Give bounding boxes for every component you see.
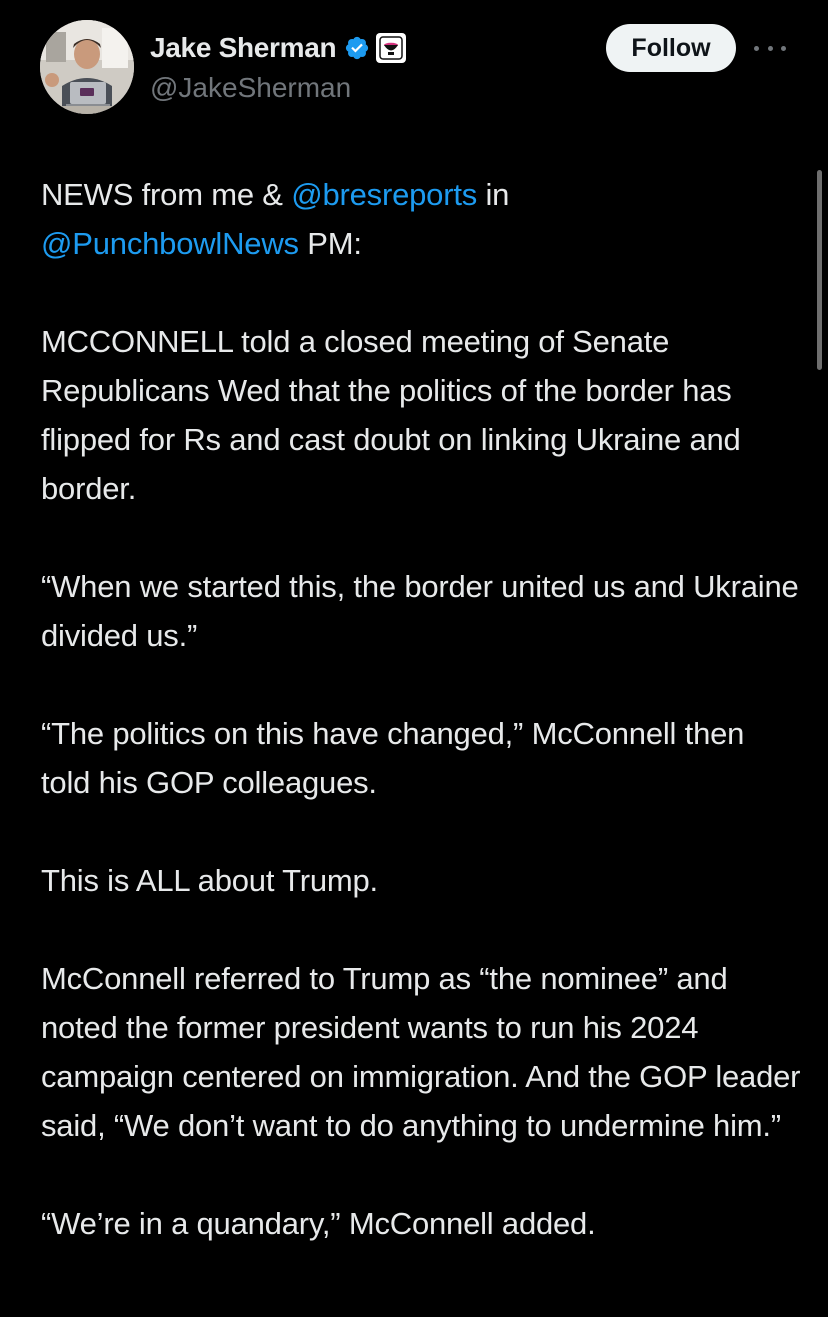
punchbowl-news-badge-icon[interactable] bbox=[376, 33, 407, 63]
more-dot bbox=[781, 45, 786, 51]
punchbowl-bowl-icon bbox=[379, 36, 404, 60]
intro-text: in bbox=[477, 177, 510, 212]
mention-link-punchbowlnews[interactable]: @PunchbowlNews bbox=[41, 226, 299, 261]
author-avatar[interactable] bbox=[40, 20, 134, 114]
more-horizontal-icon[interactable] bbox=[754, 34, 786, 62]
intro-text: NEWS from me & bbox=[41, 177, 292, 212]
tweet-paragraph: MCCONNELL told a closed meeting of Senat… bbox=[41, 324, 741, 506]
author-name-row[interactable]: Jake Sherman bbox=[150, 30, 407, 66]
avatar-photo bbox=[40, 20, 134, 114]
more-dot bbox=[767, 45, 773, 51]
tweet-text: NEWS from me & @bresreports in @Punchbowl… bbox=[41, 170, 801, 1297]
tweet-paragraph: “When we started this, the border united… bbox=[41, 569, 799, 653]
verified-badge-icon bbox=[346, 36, 369, 60]
tweet-paragraph: This is ALL about Trump. bbox=[41, 863, 378, 898]
tweet-intro: NEWS from me & @bresreports in @Punchbowl… bbox=[41, 170, 801, 268]
author-name[interactable]: Jake Sherman bbox=[150, 32, 337, 64]
tweet-paragraph: “We’re in a quandary,” McConnell added. bbox=[41, 1206, 596, 1241]
author-handle[interactable]: @JakeSherman bbox=[150, 72, 351, 104]
tweet-paragraph: McConnell referred to Trump as “the nomi… bbox=[41, 961, 801, 1143]
scrollbar-thumb[interactable] bbox=[817, 170, 822, 370]
tweet-header: Jake Sherman @JakeSherman Follow bbox=[0, 0, 828, 130]
intro-text: PM: bbox=[298, 226, 362, 261]
more-dot bbox=[754, 45, 759, 51]
mention-link-bresreports[interactable]: @bresreports bbox=[291, 177, 477, 212]
tweet-paragraph: “The politics on this have changed,” McC… bbox=[41, 716, 745, 800]
follow-button[interactable]: Follow bbox=[606, 24, 736, 72]
